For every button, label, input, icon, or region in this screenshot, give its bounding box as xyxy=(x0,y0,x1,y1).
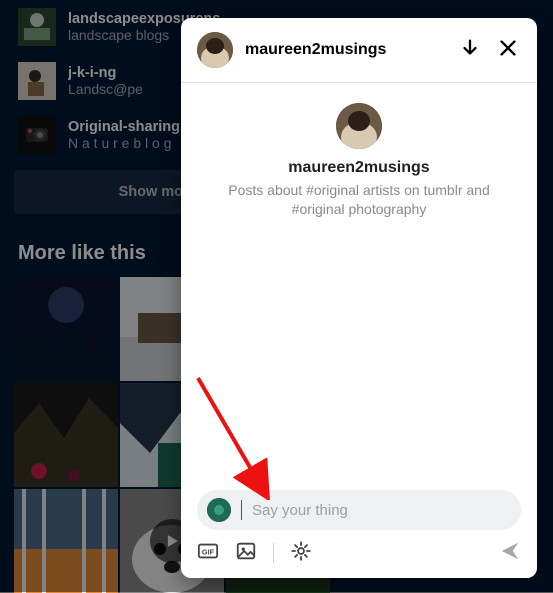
profile-avatar[interactable] xyxy=(336,103,382,149)
message-input-wrap[interactable] xyxy=(197,490,521,530)
image-icon xyxy=(235,540,257,567)
message-input[interactable] xyxy=(252,502,507,519)
svg-text:GIF: GIF xyxy=(202,547,215,556)
divider xyxy=(273,543,274,563)
gear-icon xyxy=(290,540,312,567)
footer-toolbar: GIF xyxy=(197,542,521,564)
send-icon xyxy=(499,540,521,567)
gif-button[interactable]: GIF xyxy=(197,542,219,564)
settings-button[interactable] xyxy=(290,542,312,564)
panel-body: maureen2musings Posts about #original ar… xyxy=(181,83,537,490)
user-avatar xyxy=(207,498,231,522)
minimize-button[interactable] xyxy=(457,37,483,63)
send-button[interactable] xyxy=(499,542,521,564)
text-caret xyxy=(241,500,242,520)
avatar[interactable] xyxy=(197,32,233,68)
close-button[interactable] xyxy=(495,37,521,63)
gif-icon: GIF xyxy=(197,540,219,567)
panel-footer: GIF xyxy=(181,490,537,578)
arrow-down-icon xyxy=(459,37,481,64)
panel-header: maureen2musings xyxy=(181,18,537,83)
profile-desc: Posts about #original artists on tumblr … xyxy=(201,181,517,219)
panel-title[interactable]: maureen2musings xyxy=(245,41,445,59)
image-button[interactable] xyxy=(235,542,257,564)
close-icon xyxy=(497,37,519,64)
message-panel: maureen2musings maureen2musings Posts ab… xyxy=(181,18,537,578)
profile-name[interactable]: maureen2musings xyxy=(288,159,429,177)
